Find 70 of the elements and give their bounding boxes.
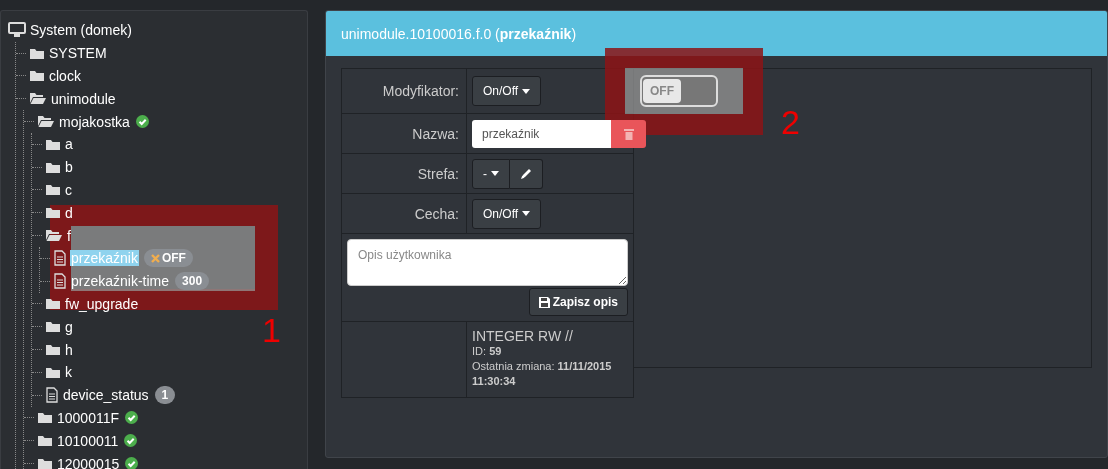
tree-item[interactable]: przekaźnik-time	[70, 273, 171, 290]
folder-icon	[29, 69, 45, 83]
dropdown-button[interactable]: On/Off	[472, 198, 542, 229]
check-icon	[125, 411, 138, 425]
tree-item[interactable]: 10100011	[56, 432, 120, 449]
dropdown-button[interactable]: On/Off	[472, 76, 542, 106]
open-folder-icon	[45, 229, 63, 243]
folder-icon	[29, 46, 45, 60]
tree-item[interactable]: g	[64, 318, 74, 335]
tree-item[interactable]: fw_upgrade	[64, 295, 140, 312]
folder-icon	[37, 434, 53, 448]
dropdown-button[interactable]: -	[472, 158, 510, 189]
tree-item[interactable]: k	[64, 364, 73, 381]
count-badge: 1	[154, 386, 176, 405]
delete-button[interactable]	[611, 119, 646, 148]
folder-icon	[45, 297, 61, 311]
folder-icon	[45, 137, 61, 151]
tree-item[interactable]: a	[64, 136, 74, 153]
check-icon	[125, 457, 139, 469]
folder-icon	[45, 183, 61, 197]
folder-icon	[45, 365, 61, 379]
open-folder-icon	[29, 92, 47, 106]
annotation-number: 1	[262, 313, 281, 347]
field-label: Cecha:	[414, 205, 459, 222]
count-badge: 300	[175, 272, 210, 291]
folder-icon	[45, 160, 61, 174]
state-badge: OFF	[143, 249, 193, 268]
tree-item[interactable]: b	[64, 159, 74, 176]
folder-icon	[37, 411, 53, 425]
tree-item[interactable]: d	[64, 204, 74, 221]
folder-icon	[45, 343, 61, 357]
document-icon	[53, 273, 67, 290]
description-field[interactable]: Opis użytkownika	[347, 239, 628, 286]
monitor-icon	[8, 22, 26, 39]
tree-item[interactable]: clock	[48, 68, 82, 84]
open-folder-icon	[37, 115, 55, 129]
caret-icon	[522, 211, 531, 216]
folder-icon	[37, 457, 53, 469]
save-button[interactable]: Zapisz opis	[528, 288, 628, 316]
caret-icon	[491, 171, 499, 176]
tree-item[interactable]: unimodule	[50, 90, 117, 107]
cross-icon	[150, 253, 160, 263]
document-icon	[45, 387, 59, 404]
check-icon	[135, 115, 149, 129]
tree-item[interactable]: SYSTEM	[48, 45, 108, 62]
document-icon	[53, 250, 67, 267]
id-text: ID: 59	[472, 344, 503, 359]
field-label: Strefa:	[417, 165, 459, 182]
pencil-icon	[520, 167, 532, 180]
tree-item[interactable]: mojakostka	[58, 113, 131, 130]
tree-item[interactable]: c	[64, 181, 73, 198]
annotation-number: 2	[781, 105, 800, 139]
name-field[interactable]: przekaźnik	[472, 119, 611, 148]
tree-item[interactable]: 1000011F	[56, 409, 120, 426]
tree-item[interactable]: h	[64, 341, 74, 358]
check-icon	[124, 434, 138, 448]
caret-icon	[522, 88, 531, 94]
edit-button[interactable]	[510, 158, 543, 189]
tree-item[interactable]: f	[66, 227, 72, 244]
folder-icon	[45, 206, 61, 220]
type-label: INTEGER RW //	[472, 328, 573, 344]
trash-icon	[623, 127, 634, 140]
field-label: Nazwa:	[412, 125, 459, 142]
field-label: Modyfikator:	[382, 83, 459, 99]
panel-title: unimodule.10100016.f.0 (przekaźnik)	[341, 25, 577, 42]
tree-item[interactable]: System (domek)	[29, 22, 133, 39]
folder-icon	[45, 320, 61, 334]
tree-item[interactable]: device_status	[62, 387, 150, 404]
tree-item[interactable]: 12000015	[56, 455, 121, 469]
last-change-text: Ostatnia zmiana: 11/11/2015 11:30:34	[472, 359, 613, 389]
